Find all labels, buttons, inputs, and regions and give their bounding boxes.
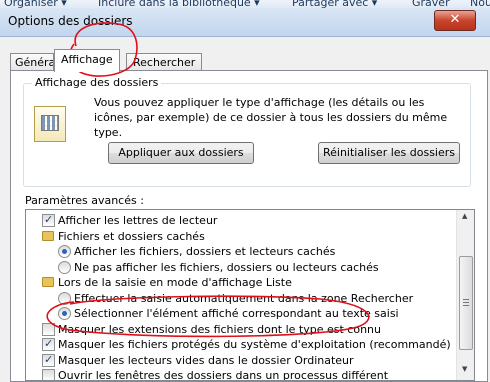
checkbox[interactable]: [42, 336, 55, 351]
advanced-setting-label: Masquer les extensions des fichiers dont…: [58, 322, 381, 336]
advanced-settings-label: Paramètres avancés :: [25, 194, 144, 207]
scrollbar-grip-icon: [463, 299, 469, 306]
tab-rechercher-label: Rechercher: [133, 56, 196, 69]
dialog-title-bar[interactable]: Options des dossiers ✕: [0, 8, 490, 37]
checkbox[interactable]: [42, 322, 55, 336]
folder-icon: [42, 230, 54, 241]
folder-view-group-title: Affichage des dossiers: [32, 76, 162, 89]
tab-affichage[interactable]: Affichage: [54, 49, 120, 72]
close-button[interactable]: ✕: [434, 10, 476, 31]
dialog-title: Options des dossiers: [8, 14, 133, 28]
reset-folders-button[interactable]: Réinitialiser les dossiers: [318, 142, 460, 164]
checkbox[interactable]: [42, 352, 55, 367]
advanced-setting-label: Sélectionner l'élément affiché correspon…: [74, 307, 399, 320]
radio-button[interactable]: [58, 245, 71, 258]
advanced-setting-label: Ouvrir les fenêtres des dossiers dans un…: [58, 369, 389, 381]
checkbox[interactable]: [42, 212, 55, 227]
tab-general[interactable]: Général: [10, 53, 54, 71]
advanced-setting-label: Effectuer la saisie automatiquement dans…: [74, 291, 414, 305]
folder-icon: [42, 277, 54, 287]
scrollbar-thumb[interactable]: [459, 256, 473, 350]
radio-button[interactable]: [58, 307, 71, 320]
advanced-setting-label: Fichiers et dossiers cachés: [58, 229, 205, 243]
folder-view-group: Affichage des dossiers Vous pouvez appli…: [23, 76, 471, 187]
advanced-settings-scrollbar[interactable]: ▲ ▼: [456, 210, 474, 380]
advanced-setting-label: Afficher les fichiers, dossiers et lecte…: [74, 245, 336, 258]
advanced-settings-list[interactable]: Afficher les lettres de lecteur Fichiers …: [25, 209, 475, 381]
advanced-setting-label: Afficher les lettres de lecteur: [58, 214, 218, 227]
radio-button[interactable]: [58, 260, 71, 274]
tab-general-label: Général: [15, 56, 53, 69]
scroll-down-icon[interactable]: ▼: [462, 365, 467, 373]
advanced-setting-label: Lors de la saisie en mode d'affichage Li…: [58, 276, 292, 289]
advanced-setting-label: Ne pas afficher les fichiers, dossiers o…: [74, 260, 379, 274]
folder-view-icon: [34, 106, 66, 142]
advanced-setting-label: Masquer les fichiers protégés du système…: [58, 338, 451, 351]
dialog-body: Général Affichage Rechercher Affichage d…: [0, 37, 490, 382]
folder-view-description: Vous pouvez appliquer le type d'affichag…: [94, 96, 448, 139]
apply-to-folders-button[interactable]: Appliquer aux dossiers: [108, 142, 254, 164]
radio-button[interactable]: [58, 291, 71, 305]
close-icon: ✕: [449, 12, 461, 27]
scroll-up-icon[interactable]: ▲: [462, 212, 467, 220]
tab-rechercher[interactable]: Rechercher: [126, 53, 203, 71]
tab-panel-affichage: Affichage des dossiers Vous pouvez appli…: [10, 70, 488, 382]
tab-affichage-label: Affichage: [61, 53, 113, 66]
checkbox[interactable]: [42, 369, 55, 380]
advanced-setting-label: Masquer les lecteurs vides dans le dossi…: [58, 353, 354, 367]
